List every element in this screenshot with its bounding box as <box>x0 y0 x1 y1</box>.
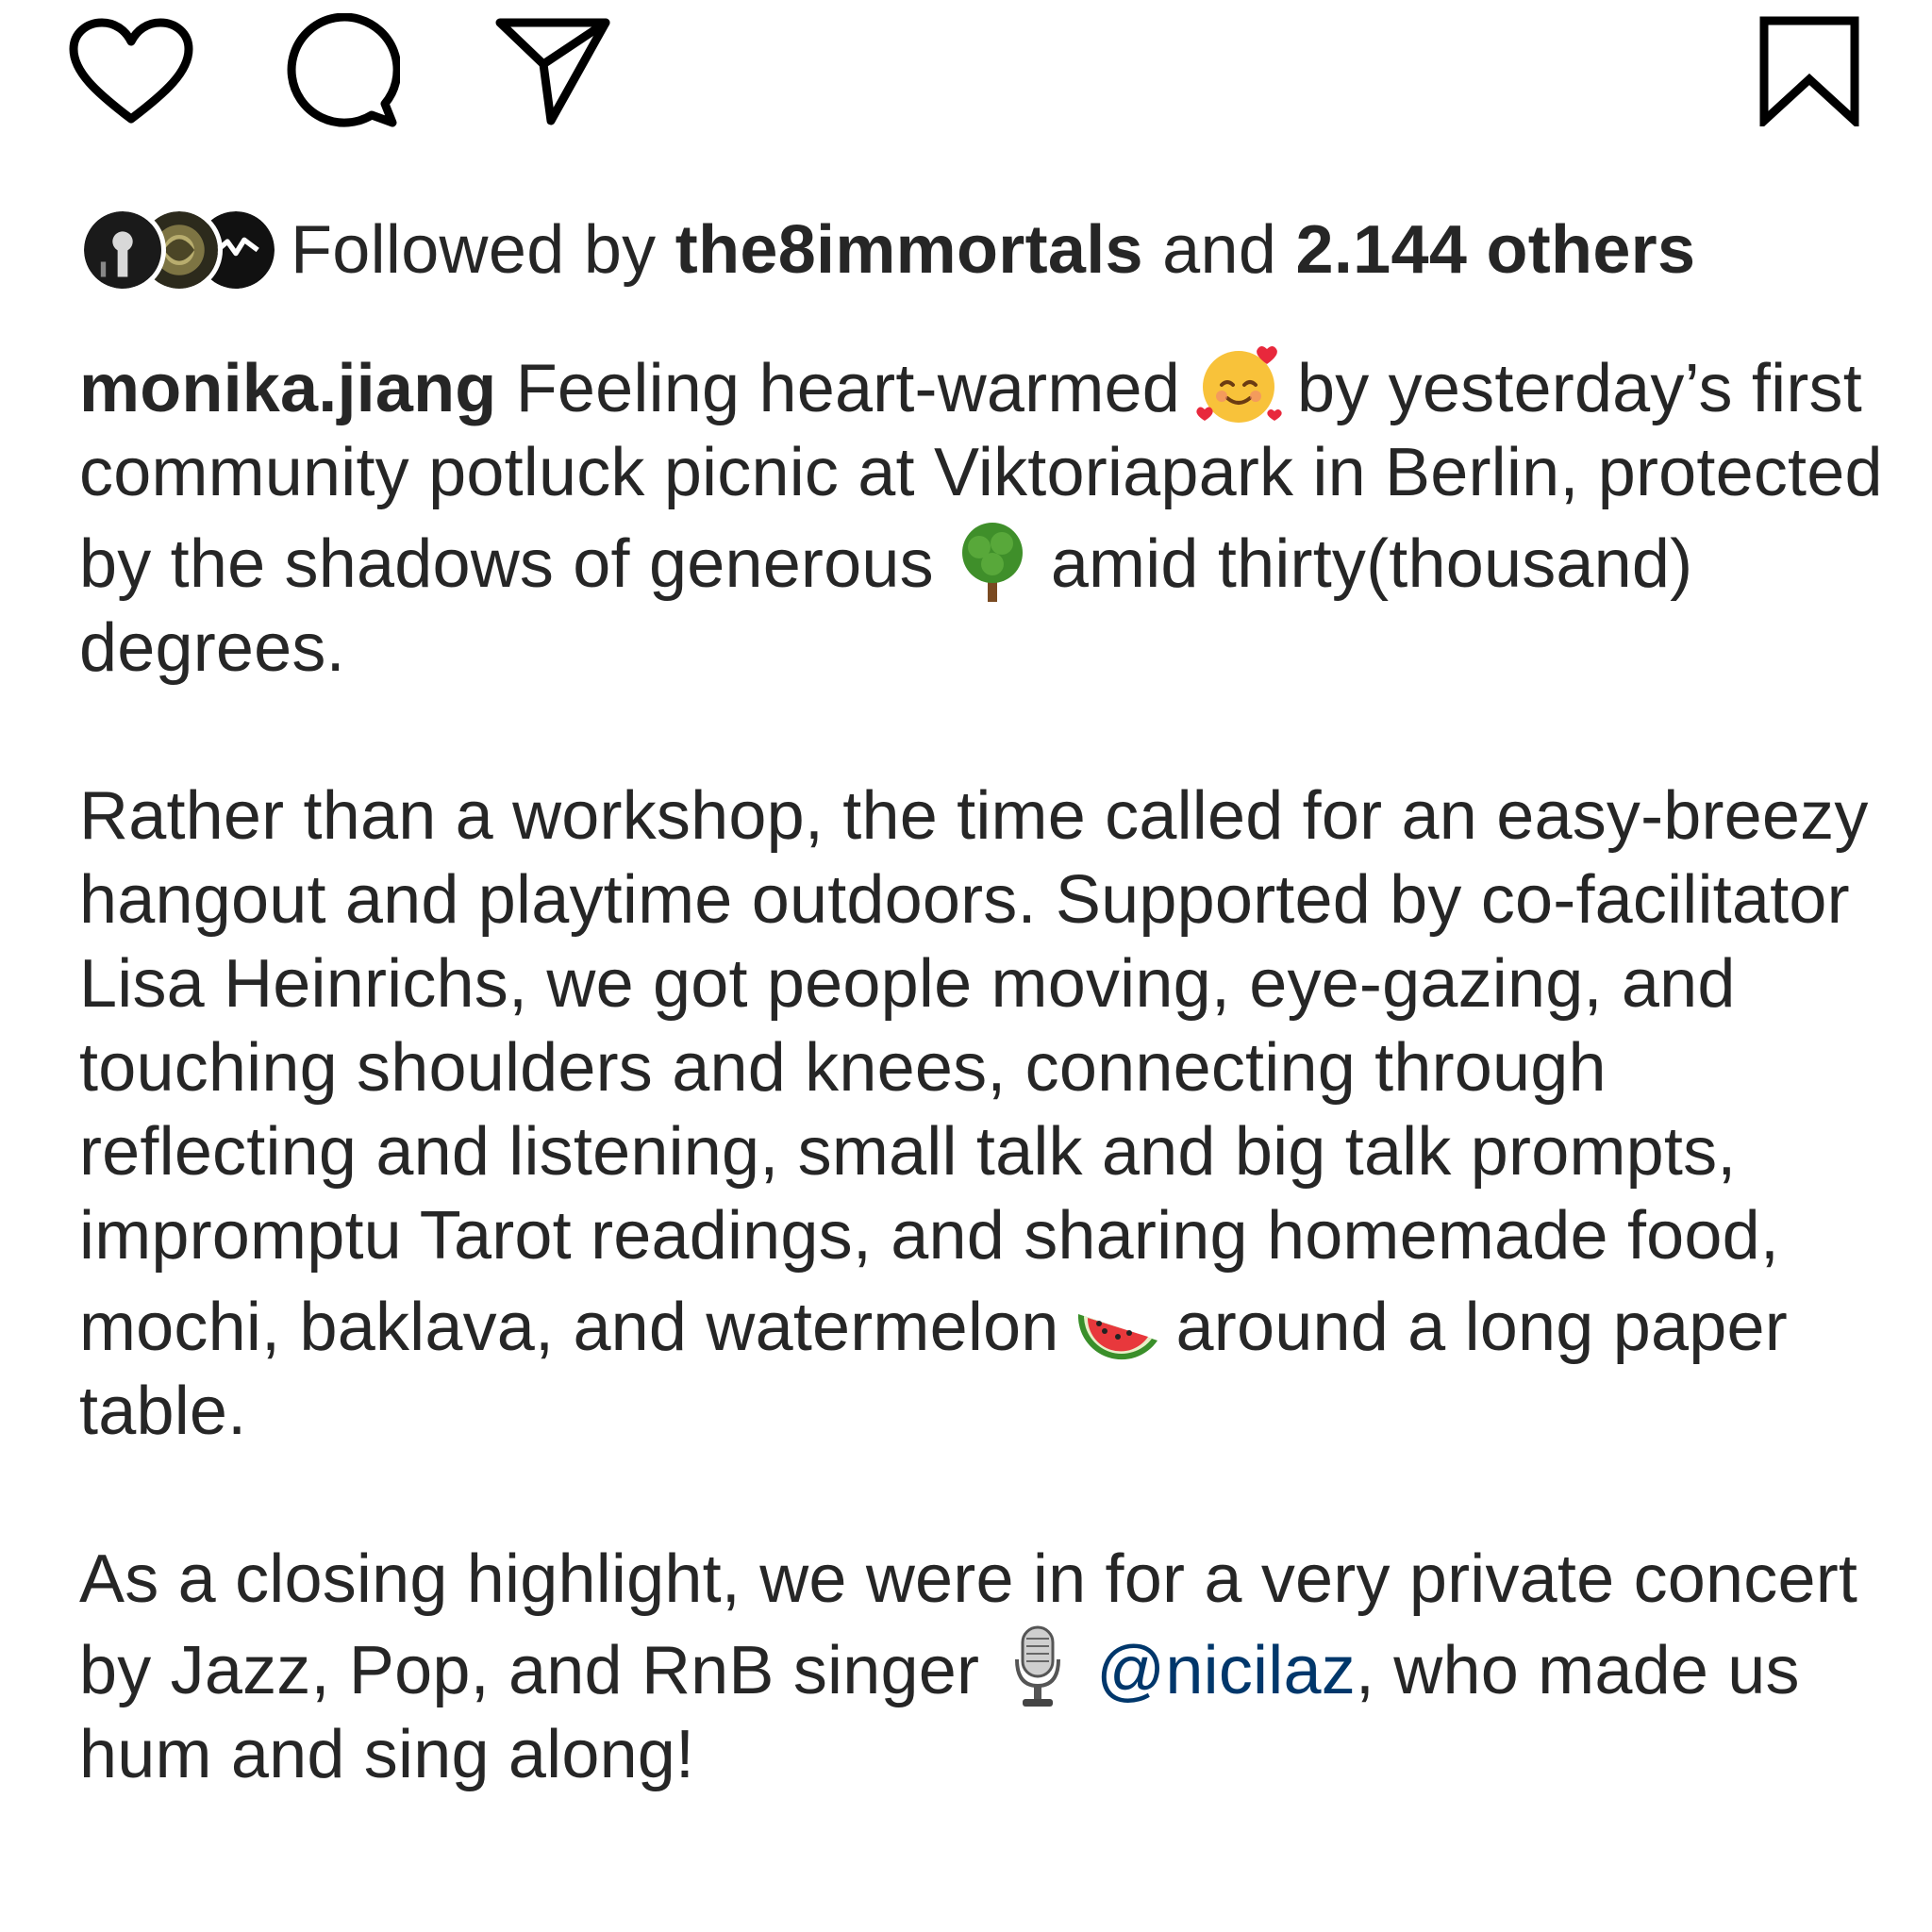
caption-paragraph-1: monika.jiang Feeling heart-warmed by yes… <box>79 340 1900 691</box>
caption-text: Feeling heart-warmed <box>496 351 1181 426</box>
bookmark-save-icon[interactable] <box>1757 13 1862 126</box>
watermelon-icon <box>1073 1278 1163 1369</box>
followed-by-prefix: Followed by <box>291 212 675 288</box>
smiling-face-with-hearts-icon <box>1193 340 1284 430</box>
follower-username[interactable]: the8immortals <box>675 212 1143 288</box>
caption-paragraph-2: Rather than a workshop, the time called … <box>79 774 1900 1454</box>
followers-others-count[interactable]: 2.144 others <box>1296 212 1696 288</box>
follower-avatars <box>79 207 279 293</box>
followed-by-and: and <box>1142 212 1296 288</box>
share-paper-plane-icon[interactable] <box>494 15 611 126</box>
caption-username[interactable]: monika.jiang <box>79 351 497 426</box>
mention-link[interactable]: @nicilaz <box>1096 1633 1356 1708</box>
followed-by-row[interactable]: Followed by the8immortals and 2.144 othe… <box>79 206 1695 294</box>
post-action-bar <box>0 0 1932 151</box>
studio-microphone-icon <box>992 1622 1083 1712</box>
post-caption: monika.jiang Feeling heart-warmed by yes… <box>79 340 1900 1797</box>
followed-by-text: Followed by the8immortals and 2.144 othe… <box>291 206 1695 294</box>
like-heart-icon[interactable] <box>68 17 194 128</box>
avatar <box>79 207 166 293</box>
deciduous-tree-icon <box>947 515 1038 606</box>
caption-paragraph-3: As a closing highlight, we were in for a… <box>79 1538 1900 1797</box>
comment-bubble-icon[interactable] <box>281 13 400 128</box>
caption-text: Rather than a workshop, the time called … <box>79 778 1869 1365</box>
